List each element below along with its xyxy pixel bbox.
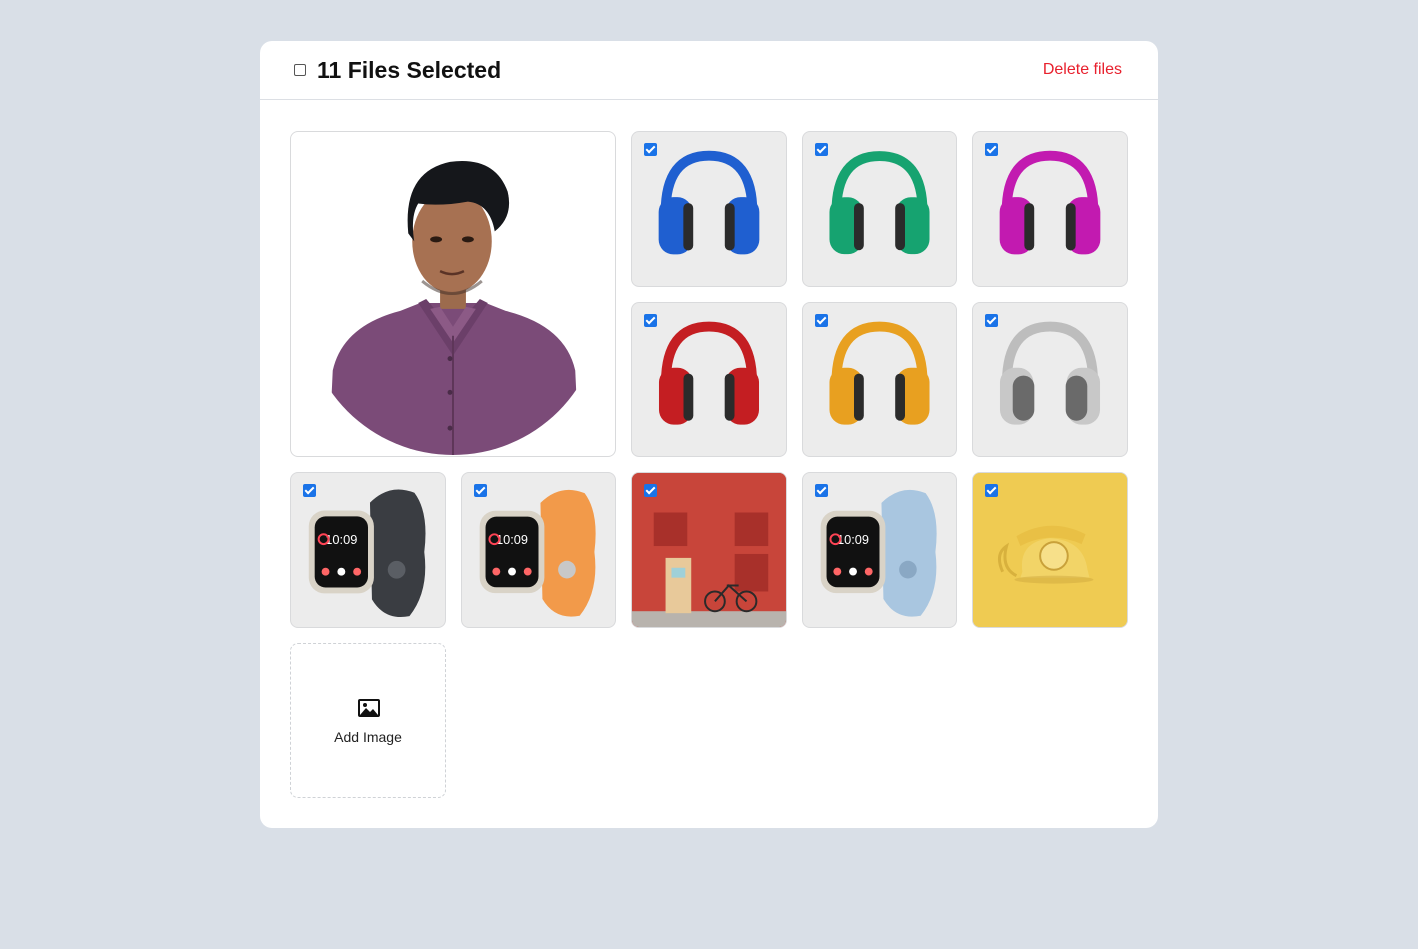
gallery-item-red-headphones[interactable]: [631, 302, 787, 457]
watch-time: 10:09: [325, 532, 357, 547]
gallery-item-magenta-headphones[interactable]: [972, 131, 1128, 287]
item-checkbox[interactable]: [644, 314, 657, 327]
item-checkbox[interactable]: [985, 143, 998, 156]
gallery-item-blue-headphones[interactable]: [631, 131, 787, 287]
gallery-item-portrait[interactable]: [290, 131, 616, 457]
gallery-item-dark-watch[interactable]: 10:09: [290, 472, 446, 628]
select-all-checkbox[interactable]: [294, 64, 306, 76]
item-checkbox[interactable]: [815, 143, 828, 156]
item-checkbox[interactable]: [644, 143, 657, 156]
delete-files-button[interactable]: Delete files: [1043, 60, 1122, 80]
item-checkbox[interactable]: [985, 314, 998, 327]
add-image-button[interactable]: Add Image: [290, 643, 446, 798]
gallery-item-orange-watch[interactable]: 10:09: [461, 472, 616, 628]
add-image-label: Add Image: [334, 729, 402, 745]
gallery-item-orange-headphones[interactable]: [802, 302, 957, 457]
card-header: 11 Files Selected Delete files: [260, 41, 1158, 100]
image-icon: [358, 699, 380, 717]
portrait-image: [303, 156, 603, 456]
gallery-item-green-headphones[interactable]: [802, 131, 957, 287]
gallery-item-brick-wall[interactable]: [631, 472, 787, 628]
gallery-item-yellow-telephone[interactable]: [972, 472, 1128, 628]
item-checkbox[interactable]: [985, 484, 998, 497]
item-checkbox[interactable]: [474, 484, 487, 497]
watch-time: 10:09: [496, 532, 528, 547]
item-checkbox[interactable]: [815, 484, 828, 497]
item-checkbox[interactable]: [303, 484, 316, 497]
file-manager-card: 11 Files Selected Delete files 10:09 10:…: [260, 41, 1158, 828]
gallery-item-gray-headphones[interactable]: [972, 302, 1128, 457]
item-checkbox[interactable]: [815, 314, 828, 327]
watch-time: 10:09: [837, 532, 869, 547]
gallery-item-blue-watch[interactable]: 10:09: [802, 472, 957, 628]
page-title: 11 Files Selected: [317, 57, 502, 83]
item-checkbox[interactable]: [644, 484, 657, 497]
